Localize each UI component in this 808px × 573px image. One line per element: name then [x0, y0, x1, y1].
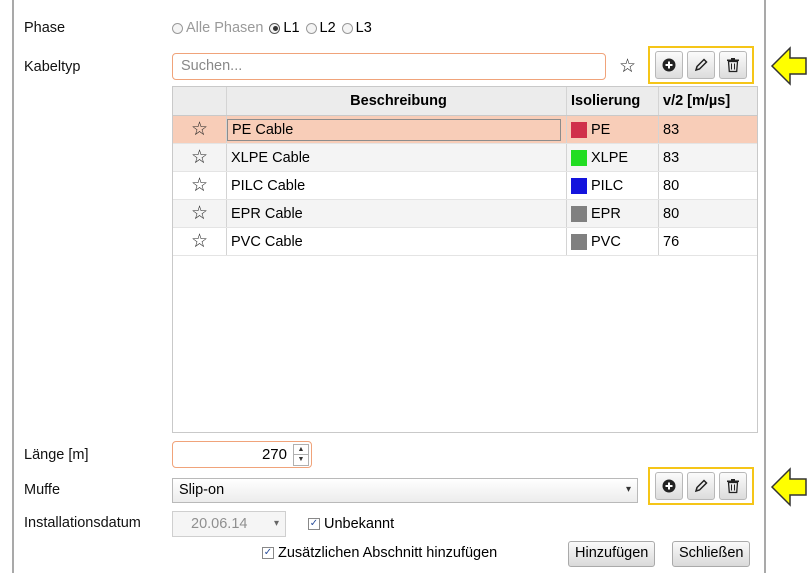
table-row[interactable]: ☆ PE Cable PE 83: [173, 116, 757, 144]
delete-muffe-button[interactable]: [719, 472, 747, 500]
edit-muffe-button[interactable]: [687, 472, 715, 500]
installationsdatum-label: Installationsdatum: [24, 515, 141, 531]
arrow-left-icon: [770, 46, 807, 86]
row-insulation: PE: [591, 121, 611, 138]
row-insulation: XLPE: [591, 149, 629, 166]
favorite-star-icon[interactable]: ☆: [619, 57, 636, 76]
star-icon[interactable]: ☆: [191, 232, 208, 251]
muffe-action-buttons: [648, 467, 754, 505]
radio-l3[interactable]: L3: [341, 20, 372, 36]
plus-circle-icon: [662, 479, 676, 493]
radio-alle-phasen[interactable]: Alle Phasen: [172, 20, 263, 36]
star-icon[interactable]: ☆: [191, 176, 208, 195]
star-icon[interactable]: ☆: [191, 204, 208, 223]
dropdown-caret-icon: ▾: [625, 484, 631, 495]
row-velocity: 83: [663, 149, 680, 166]
row-description: PILC Cable: [227, 172, 567, 199]
table-row[interactable]: ☆ EPR Cable EPR 80: [173, 200, 757, 228]
cable-dialog: Phase Alle Phasen L1 L2 L3 Kabeltyp Such…: [12, 0, 766, 573]
unbekannt-checkbox[interactable]: ✓ Unbekannt: [308, 516, 394, 532]
pencil-icon: [694, 58, 708, 72]
plus-circle-icon: [662, 58, 676, 72]
stepper-down-icon[interactable]: ▼: [294, 454, 308, 465]
date-value: 20.06.14: [191, 516, 248, 532]
color-swatch: [571, 121, 587, 138]
row-insulation: PVC: [591, 233, 621, 250]
radio-l3-label: L3: [355, 20, 372, 36]
cable-action-buttons: [648, 46, 754, 84]
pencil-icon: [694, 479, 708, 493]
phase-label: Phase: [24, 20, 66, 36]
star-icon[interactable]: ☆: [191, 148, 208, 167]
muffe-select[interactable]: Slip-on ▾: [172, 478, 638, 503]
muffe-label: Muffe: [24, 482, 61, 498]
cable-type-table: Beschreibung Isolierung v/2 [m/µs] ☆ PE …: [172, 86, 758, 433]
row-description: PE Cable: [227, 118, 561, 141]
header-description[interactable]: Beschreibung: [227, 87, 567, 115]
row-description: EPR Cable: [227, 200, 567, 227]
add-button[interactable]: Hinzufügen: [568, 541, 656, 567]
checkbox-checked-icon[interactable]: ✓: [262, 547, 274, 559]
add-cable-button[interactable]: [655, 51, 683, 79]
edit-cable-button[interactable]: [687, 51, 715, 79]
delete-cable-button[interactable]: [719, 51, 747, 79]
table-row[interactable]: ☆ PVC Cable PVC 76: [173, 228, 757, 256]
color-swatch: [571, 233, 587, 250]
row-insulation: EPR: [591, 205, 621, 222]
table-row[interactable]: ☆ XLPE Cable XLPE 83: [173, 144, 757, 172]
row-insulation: PILC: [591, 177, 624, 194]
header-velocity[interactable]: v/2 [m/µs]: [659, 87, 757, 115]
length-stepper[interactable]: 270 ▲ ▼: [172, 441, 312, 468]
radio-l2-label: L2: [319, 20, 336, 36]
length-label: Länge [m]: [24, 447, 89, 463]
row-description: PVC Cable: [227, 228, 567, 255]
length-value: 270: [261, 446, 287, 463]
color-swatch: [571, 149, 587, 166]
row-description: XLPE Cable: [227, 144, 567, 171]
radio-l2[interactable]: L2: [305, 20, 336, 36]
row-velocity: 76: [663, 233, 680, 250]
trash-icon: [727, 58, 739, 73]
search-input[interactable]: Suchen...: [172, 53, 606, 80]
table-header: Beschreibung Isolierung v/2 [m/µs]: [173, 87, 757, 116]
close-button[interactable]: Schließen: [672, 541, 751, 567]
row-velocity: 80: [663, 205, 680, 222]
add-section-label: Zusätzlichen Abschnitt hinzufügen: [278, 545, 498, 561]
unbekannt-label: Unbekannt: [324, 516, 395, 532]
installation-date-field[interactable]: 20.06.14 ▾: [172, 511, 286, 537]
color-swatch: [571, 177, 587, 194]
header-favorite: [173, 87, 227, 115]
dropdown-caret-icon[interactable]: ▾: [274, 518, 279, 529]
color-swatch: [571, 205, 587, 222]
stepper-up-icon[interactable]: ▲: [294, 445, 308, 455]
add-muffe-button[interactable]: [655, 472, 683, 500]
muffe-value: Slip-on: [179, 482, 225, 498]
stepper-arrows[interactable]: ▲ ▼: [293, 443, 309, 466]
kabeltyp-label: Kabeltyp: [24, 59, 81, 75]
arrow-left-icon: [770, 467, 807, 507]
add-section-checkbox[interactable]: ✓ Zusätzlichen Abschnitt hinzufügen: [262, 545, 497, 561]
phase-radio-group: Alle Phasen L1 L2 L3: [172, 20, 372, 36]
row-velocity: 83: [663, 121, 680, 138]
radio-l1-label: L1: [283, 20, 300, 36]
radio-alle-phasen-label: Alle Phasen: [186, 20, 264, 36]
checkbox-checked-icon[interactable]: ✓: [308, 518, 320, 530]
star-icon[interactable]: ☆: [191, 120, 208, 139]
header-insulation[interactable]: Isolierung: [567, 87, 659, 115]
row-velocity: 80: [663, 177, 680, 194]
radio-l1[interactable]: L1: [269, 20, 300, 36]
table-row[interactable]: ☆ PILC Cable PILC 80: [173, 172, 757, 200]
trash-icon: [727, 479, 739, 494]
